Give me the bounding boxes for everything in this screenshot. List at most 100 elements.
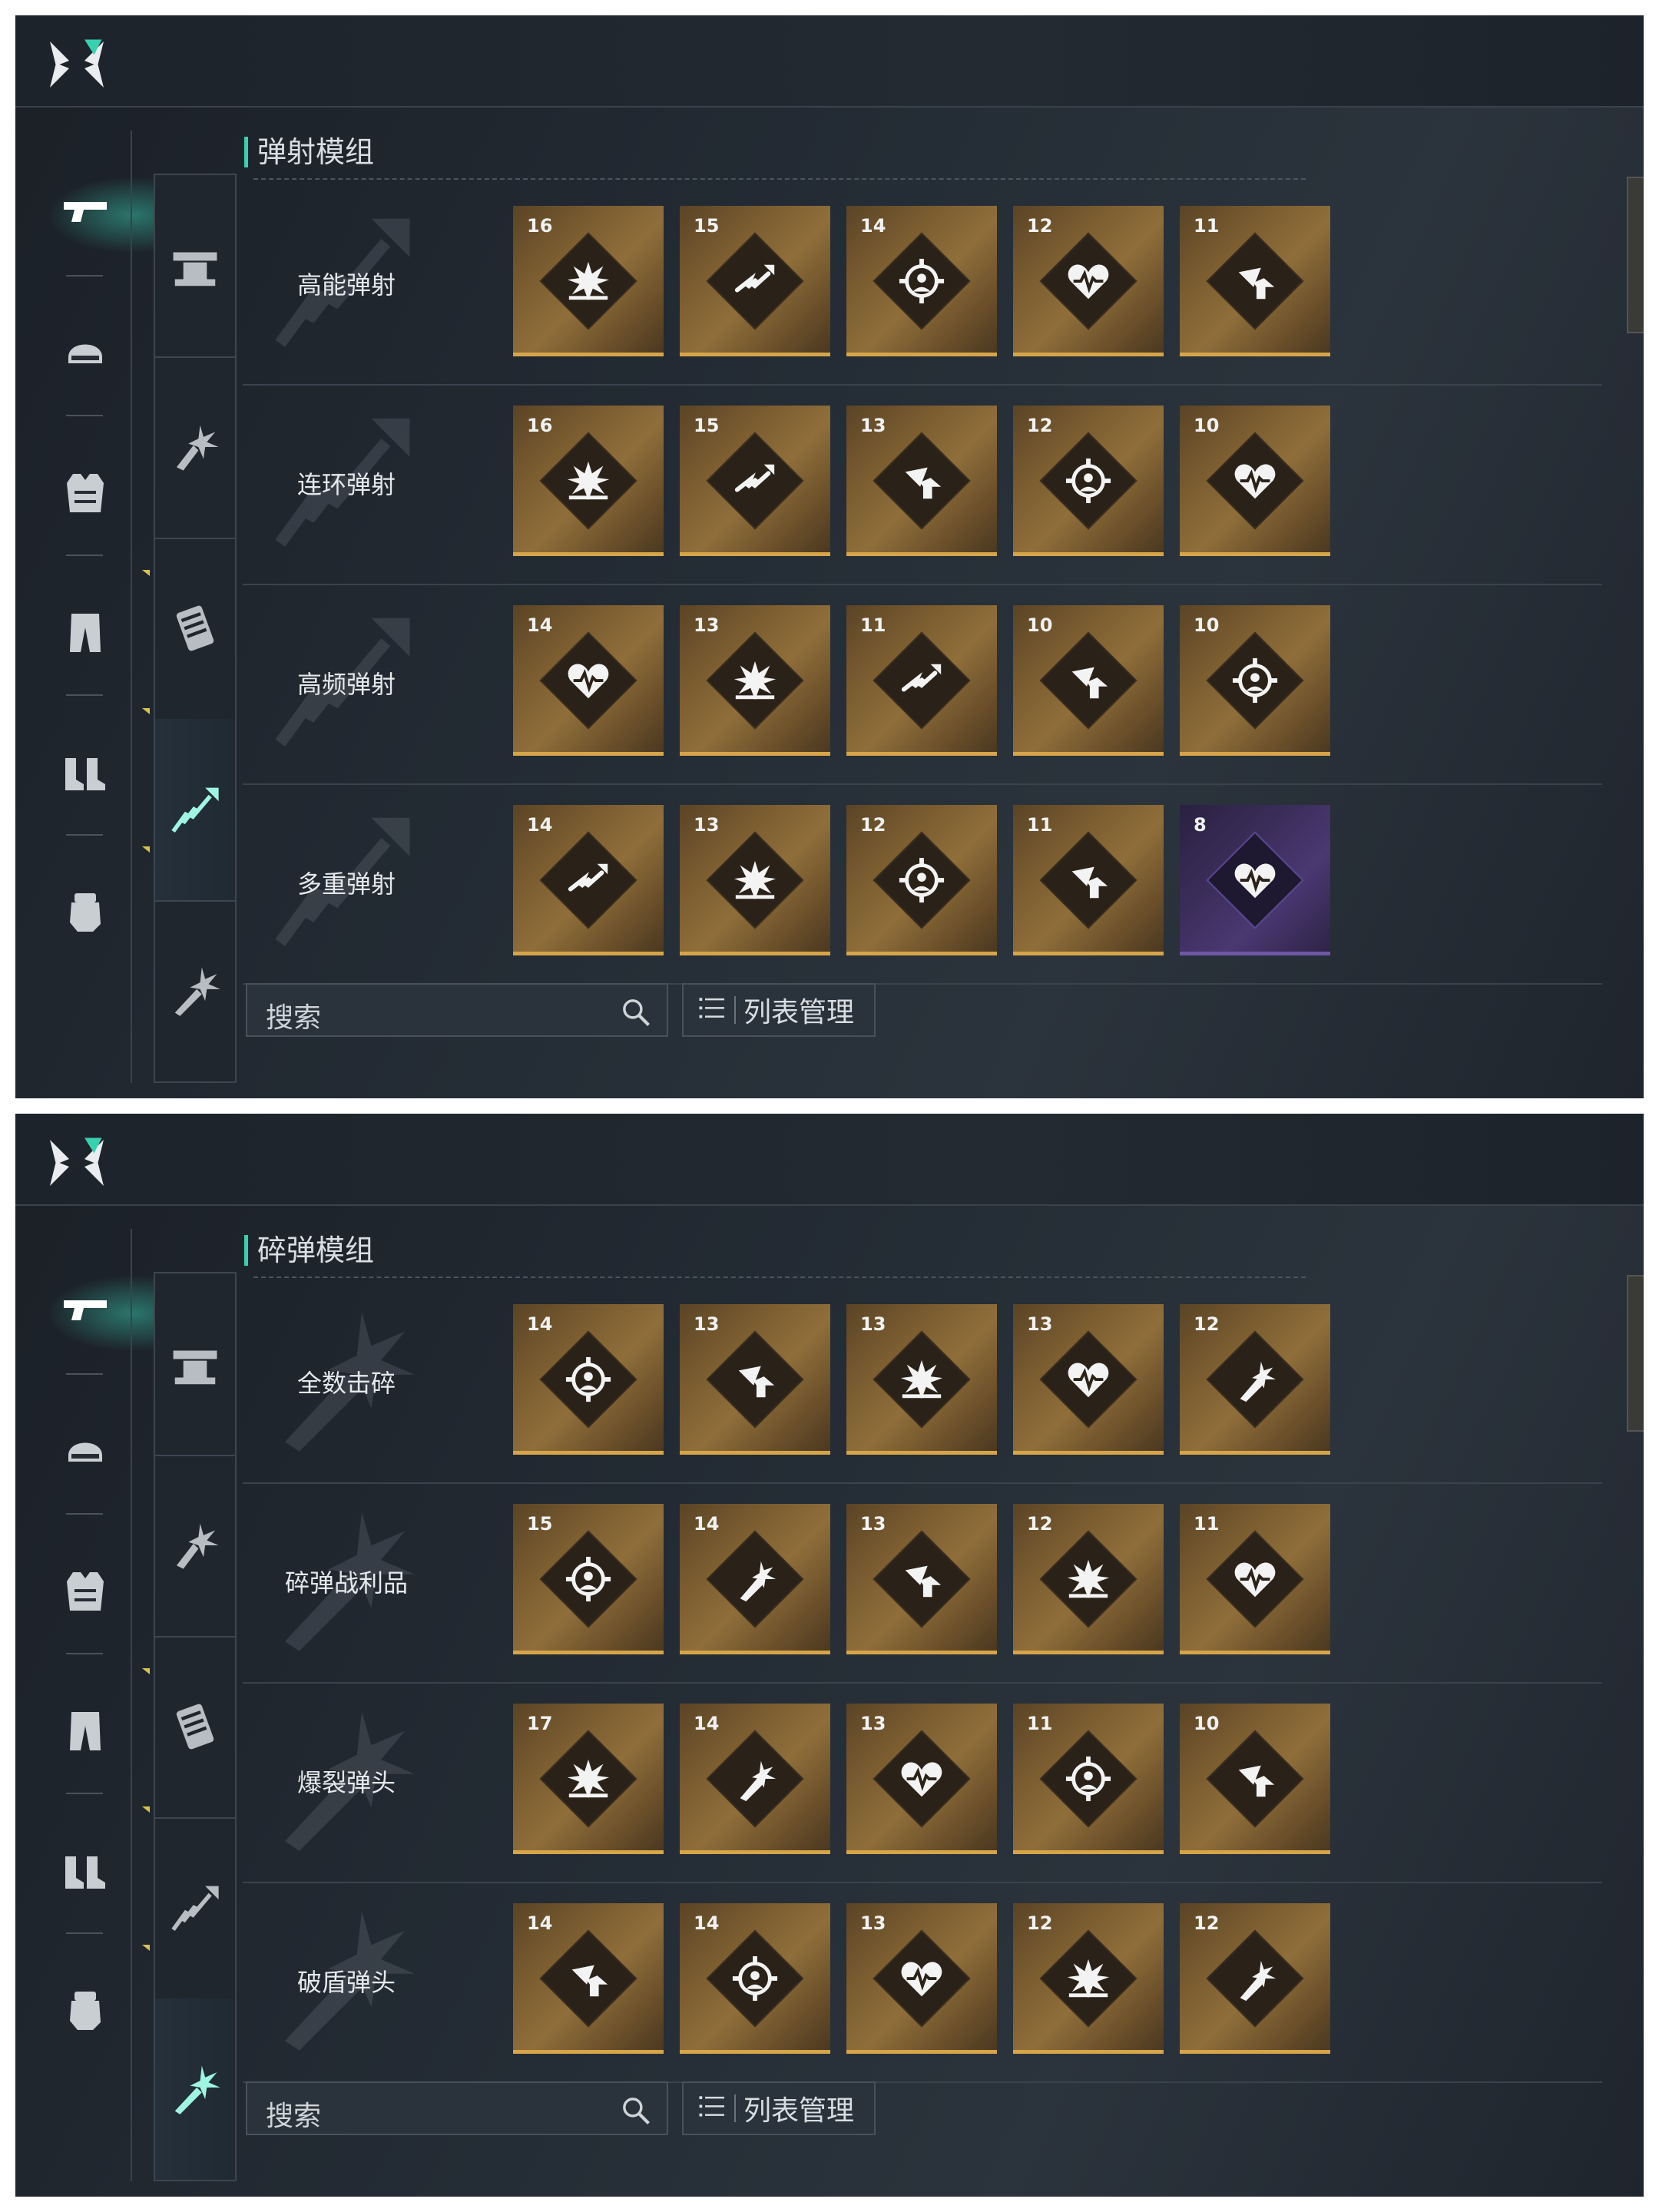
mod-card[interactable]: 13 [846, 1704, 997, 1854]
mod-level: 17 [527, 1713, 553, 1734]
nav-pants[interactable] [58, 1704, 112, 1757]
mod-card[interactable]: 12 [1013, 206, 1164, 356]
mod-card[interactable]: 13 [680, 805, 830, 955]
explosion-icon [1065, 1555, 1112, 1603]
heart-icon [1065, 257, 1112, 305]
mod-card[interactable]: 14 [680, 1903, 830, 2054]
mod-card[interactable]: 15 [513, 1504, 664, 1654]
nav-gloves[interactable] [58, 1983, 112, 2037]
boost-icon [898, 1555, 945, 1603]
mod-level: 8 [1194, 814, 1207, 836]
mod-card[interactable]: 15 [680, 206, 830, 356]
heart-icon [1231, 457, 1279, 505]
mod-row: 破盾弹头 14 14 13 12 12 [243, 1894, 1602, 2083]
mod-card[interactable]: 14 [513, 805, 664, 955]
mod-card[interactable]: 11 [1013, 1704, 1164, 1854]
subnav-ricochet[interactable] [155, 719, 235, 902]
mod-card[interactable]: 12 [1180, 1304, 1330, 1455]
mod-card[interactable]: 11 [1180, 206, 1330, 356]
row-name: 高频弹射 [296, 670, 396, 699]
nav-vest[interactable] [58, 1564, 112, 1618]
mod-card[interactable]: 16 [513, 206, 664, 356]
mod-card[interactable]: 14 [680, 1504, 830, 1654]
mod-card[interactable]: 13 [846, 1304, 997, 1455]
explosion-icon [565, 257, 612, 305]
list-manage-button[interactable]: 列表管理 [682, 2081, 876, 2135]
mod-row: 高频弹射 14 13 11 10 10 [243, 596, 1602, 785]
mod-card[interactable]: 12 [1013, 406, 1164, 556]
mod-card[interactable]: 10 [1180, 406, 1330, 556]
list-manage-label: 列表管理 [743, 997, 855, 1028]
boost-icon [1065, 856, 1112, 904]
mod-card[interactable]: 8 [1180, 805, 1330, 955]
mod-card[interactable]: 11 [846, 605, 997, 756]
mod-level: 16 [527, 415, 553, 436]
mod-card[interactable]: 14 [680, 1704, 830, 1854]
mod-card[interactable]: 14 [513, 1903, 664, 2054]
nav-divider-line [131, 131, 132, 1083]
subnav-ammo-clip[interactable] [155, 1636, 235, 1819]
nav-pistol[interactable] [58, 1284, 112, 1338]
mod-level: 14 [694, 1912, 720, 1934]
search-input[interactable]: 搜索 [246, 983, 668, 1037]
mod-card[interactable]: 10 [1180, 605, 1330, 756]
mod-level: 14 [527, 614, 553, 636]
heart-icon [898, 1755, 945, 1803]
mod-card[interactable]: 13 [1013, 1304, 1164, 1455]
mod-card[interactable]: 12 [1013, 1504, 1164, 1654]
nav-helmet[interactable] [58, 326, 112, 379]
mod-level: 11 [860, 614, 886, 636]
mod-card[interactable]: 13 [846, 1903, 997, 2054]
mod-card[interactable]: 13 [846, 1504, 997, 1654]
mod-card[interactable]: 12 [1013, 1903, 1164, 2054]
nav-vest[interactable] [58, 465, 112, 519]
mod-card[interactable]: 13 [846, 406, 997, 556]
subnav-shatter[interactable] [155, 1998, 235, 2181]
heart-icon [1065, 1356, 1112, 1403]
nav-divider [66, 275, 103, 276]
mod-card[interactable]: 15 [680, 406, 830, 556]
nav-pistol[interactable] [58, 186, 112, 240]
subnav-burst[interactable] [155, 1455, 235, 1637]
mod-card[interactable]: 16 [513, 406, 664, 556]
new-badge-icon [142, 570, 150, 576]
mod-level: 12 [1027, 215, 1053, 237]
top-bar [15, 15, 1644, 108]
nav-divider [66, 1932, 103, 1934]
mod-row: 碎弹战利品 15 14 13 12 11 [243, 1495, 1602, 1684]
mod-card[interactable]: 10 [1180, 1704, 1330, 1854]
mod-card[interactable]: 12 [1180, 1903, 1330, 2054]
mod-card[interactable]: 14 [513, 605, 664, 756]
nav-helmet[interactable] [58, 1424, 112, 1478]
boost-icon [1231, 1755, 1279, 1803]
subnav-turret[interactable] [155, 1273, 235, 1456]
search-input[interactable]: 搜索 [246, 2081, 668, 2135]
subnav-ammo-clip[interactable] [155, 538, 235, 720]
nav-pants[interactable] [58, 605, 112, 659]
row-name: 多重弹射 [296, 869, 396, 899]
new-badge-icon [142, 708, 150, 714]
mod-card[interactable]: 17 [513, 1704, 664, 1854]
subnav-ricochet[interactable] [155, 1817, 235, 2000]
nav-divider [66, 1653, 103, 1654]
mod-card[interactable]: 14 [513, 1304, 664, 1455]
mod-card[interactable]: 13 [680, 1304, 830, 1455]
mod-card[interactable]: 13 [680, 605, 830, 756]
sub-nav [154, 1272, 237, 2181]
list-manage-button[interactable]: 列表管理 [682, 983, 876, 1037]
mod-card[interactable]: 11 [1180, 1504, 1330, 1654]
subnav-shatter[interactable] [155, 900, 235, 1083]
mod-card[interactable]: 11 [1013, 805, 1164, 955]
search-icon[interactable] [619, 995, 653, 1032]
nav-boots[interactable] [58, 745, 112, 799]
search-icon[interactable] [619, 2094, 653, 2131]
subnav-turret[interactable] [155, 175, 235, 358]
mod-card[interactable]: 12 [846, 805, 997, 955]
mod-card[interactable]: 14 [846, 206, 997, 356]
row-name: 全数击碎 [296, 1369, 396, 1398]
mod-card[interactable]: 10 [1013, 605, 1164, 756]
subnav-burst[interactable] [155, 356, 235, 539]
nav-gloves[interactable] [58, 885, 112, 939]
nav-boots[interactable] [58, 1843, 112, 1897]
mod-level: 11 [1027, 814, 1053, 836]
